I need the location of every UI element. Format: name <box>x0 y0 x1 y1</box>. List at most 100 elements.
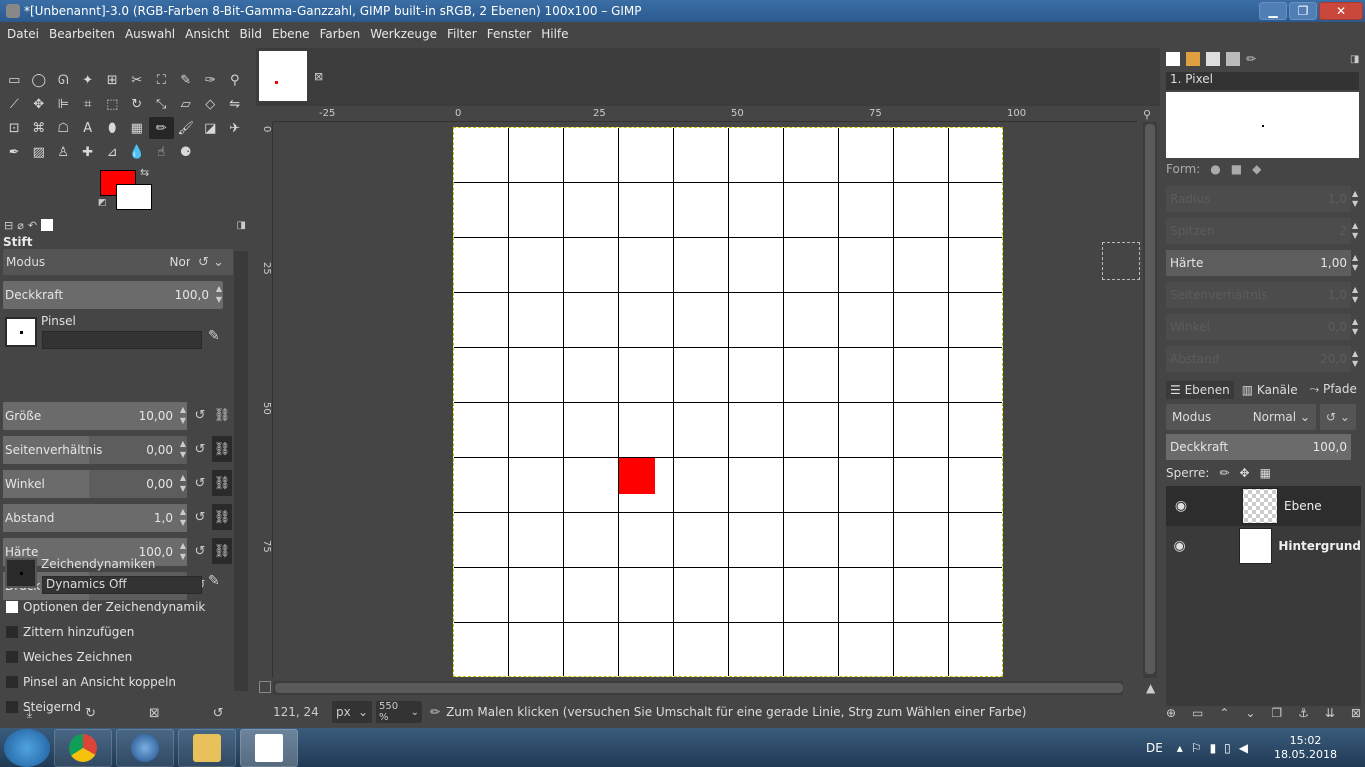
layer-row[interactable]: ◉ Ebene <box>1166 486 1361 526</box>
spin-arrows-icon[interactable]: ▲ ▼ <box>180 506 186 528</box>
reset-value-icon[interactable]: ↺ <box>190 402 210 428</box>
eraser-icon[interactable]: ◪ <box>198 117 223 139</box>
rotate-icon[interactable]: ↻ <box>125 93 150 115</box>
brush-param-row[interactable]: Härte 1,00 <box>1166 250 1351 276</box>
move-icon[interactable]: ✥ <box>27 93 52 115</box>
close-image-icon[interactable]: ⊠ <box>314 70 323 83</box>
lower-layer-icon[interactable]: ⌄ <box>1245 706 1255 724</box>
maximize-button[interactable]: ❐ <box>1289 2 1317 20</box>
tool-options-scrollbar[interactable] <box>234 251 248 691</box>
brush-editor-tab-icon[interactable]: ✏ <box>1246 52 1260 66</box>
clone-icon[interactable]: ♙ <box>51 141 76 163</box>
circle-shape-icon[interactable]: ● <box>1210 162 1220 176</box>
menu-datei[interactable]: Datei <box>2 27 44 41</box>
brush-param-row[interactable]: Abstand 20,0 <box>1166 346 1351 372</box>
shear-icon[interactable]: ▱ <box>174 93 199 115</box>
horizontal-ruler[interactable]: -25 0 25 50 75 100 <box>273 108 1137 122</box>
layer-name[interactable]: Ebene <box>1284 499 1322 513</box>
menu-fenster[interactable]: Fenster <box>482 27 537 41</box>
unified-transform-icon[interactable]: ⬚ <box>100 93 125 115</box>
spin-arrows-icon[interactable]: ▲ ▼ <box>1352 189 1358 209</box>
menu-bearbeiten[interactable]: Bearbeiten <box>44 27 120 41</box>
tool-options-tab-icon[interactable]: ⊟ <box>4 219 13 232</box>
checkbox-row[interactable]: Optionen der Zeichendynamik <box>6 600 205 614</box>
minimize-button[interactable]: ▁ <box>1259 2 1287 20</box>
reset-options-icon[interactable]: ↺ <box>213 706 224 721</box>
checkbox-row[interactable]: Pinsel an Ansicht koppeln <box>6 675 176 689</box>
horizontal-scrollbar[interactable] <box>273 681 1123 695</box>
anchor-layer-icon[interactable]: ⚓ <box>1298 706 1309 724</box>
edit-brush-icon[interactable]: ✎ <box>208 328 220 344</box>
swap-colors-icon[interactable]: ⇆ <box>140 166 149 179</box>
zoom-fit-icon[interactable]: ⚲ <box>1143 108 1151 121</box>
visibility-eye-icon[interactable]: ◉ <box>1166 538 1193 554</box>
reset-value-icon[interactable]: ↺ <box>190 470 210 496</box>
save-options-icon[interactable]: ⤓ <box>26 706 32 721</box>
image-canvas[interactable] <box>453 127 1003 677</box>
brushes-tab-icon[interactable] <box>1166 52 1180 66</box>
new-layer-icon[interactable]: ⊕ <box>1166 706 1176 724</box>
lock-position-icon[interactable]: ✥ <box>1240 466 1250 480</box>
reset-value-icon[interactable]: ↺ <box>190 504 210 530</box>
taskbar-explorer[interactable] <box>178 728 236 767</box>
undo-history-tab-icon[interactable]: ↶ <box>28 219 37 232</box>
smudge-icon[interactable]: ☝ <box>149 141 174 163</box>
spin-arrows-icon[interactable]: ▲ ▼ <box>216 283 222 305</box>
mode-reset-button[interactable]: ↺ ⌄ <box>190 249 232 275</box>
menu-werkzeuge[interactable]: Werkzeuge <box>365 27 442 41</box>
brush-preview[interactable] <box>5 317 37 347</box>
delete-options-icon[interactable]: ⊠ <box>149 706 160 721</box>
menu-ansicht[interactable]: Ansicht <box>180 27 234 41</box>
link-to-brush-icon[interactable]: ⛓ <box>212 470 232 496</box>
tray-icons[interactable]: ▴⚐▮▯◀ <box>1177 741 1256 755</box>
spin-arrows-icon[interactable]: ▲ ▼ <box>1352 253 1358 273</box>
handle-transform-icon[interactable]: ☖ <box>51 117 76 139</box>
link-to-brush-icon[interactable]: ⛓ <box>212 402 232 428</box>
menu-hilfe[interactable]: Hilfe <box>536 27 573 41</box>
spin-arrows-icon[interactable]: ▲ ▼ <box>180 472 186 494</box>
warp-icon[interactable]: ⌘ <box>27 117 52 139</box>
restore-options-icon[interactable]: ↻ <box>85 706 96 721</box>
menu-bild[interactable]: Bild <box>234 27 267 41</box>
heal-icon[interactable]: ✚ <box>76 141 101 163</box>
perspective-clone-icon[interactable]: ⊿ <box>100 141 125 163</box>
ink-icon[interactable]: ✒ <box>2 141 27 163</box>
tab-paths[interactable]: ⤳ Pfade <box>1306 380 1361 399</box>
reset-value-icon[interactable]: ↺ <box>190 436 210 462</box>
clock[interactable]: 15:02 18.05.2018 <box>1274 734 1337 762</box>
dynamics-preview[interactable] <box>5 558 37 588</box>
unit-select[interactable]: px ⌄ <box>332 701 372 723</box>
blur-icon[interactable]: 💧 <box>125 141 150 163</box>
color-select-icon[interactable]: ⊞ <box>100 69 125 91</box>
close-button[interactable]: ✕ <box>1319 2 1363 20</box>
device-status-tab-icon[interactable]: ⌀ <box>17 219 24 232</box>
menu-ebene[interactable]: Ebene <box>267 27 315 41</box>
zoom-icon[interactable]: ⚲ <box>223 69 248 91</box>
image-thumbnail[interactable] <box>259 51 307 101</box>
mypaint-icon[interactable]: ▨ <box>27 141 52 163</box>
layer-mode-select[interactable]: Modus Normal ⌄ <box>1166 404 1316 430</box>
configure-tab-icon[interactable]: ◨ <box>237 220 246 231</box>
taskbar-gimp[interactable] <box>240 728 298 767</box>
ellipse-select-icon[interactable]: ◯ <box>27 69 52 91</box>
dynamics-select[interactable]: Dynamics Off <box>42 576 202 594</box>
checkbox[interactable] <box>6 651 18 663</box>
brush-param-row[interactable]: Seitenverhältnis 1,0 <box>1166 282 1351 308</box>
lasso-icon[interactable]: ᘏ <box>51 69 76 91</box>
diamond-shape-icon[interactable]: ◆ <box>1252 162 1261 176</box>
zoom-select[interactable]: 550 % ⌄ <box>376 701 422 723</box>
lock-alpha-icon[interactable]: ▦ <box>1260 466 1271 480</box>
reset-value-icon[interactable]: ↺ <box>190 538 210 564</box>
color-picker-icon[interactable]: ✑ <box>198 69 223 91</box>
spin-arrows-icon[interactable]: ▲ ▼ <box>1352 317 1358 337</box>
checkbox-row[interactable]: Zittern hinzufügen <box>6 625 134 639</box>
menu-farben[interactable]: Farben <box>315 27 366 41</box>
layer-name[interactable]: Hintergrund <box>1278 539 1361 553</box>
navigate-icon[interactable]: ▲ <box>1146 681 1155 695</box>
link-to-brush-icon[interactable]: ⛓ <box>212 538 232 564</box>
rect-select-icon[interactable]: ▭ <box>2 69 27 91</box>
quick-mask-toggle[interactable] <box>259 681 271 693</box>
checkbox[interactable] <box>6 626 18 638</box>
spin-arrows-icon[interactable]: ▲ ▼ <box>180 540 186 562</box>
slider-0[interactable]: Größe 10,00 ▲ ▼ <box>3 402 187 430</box>
